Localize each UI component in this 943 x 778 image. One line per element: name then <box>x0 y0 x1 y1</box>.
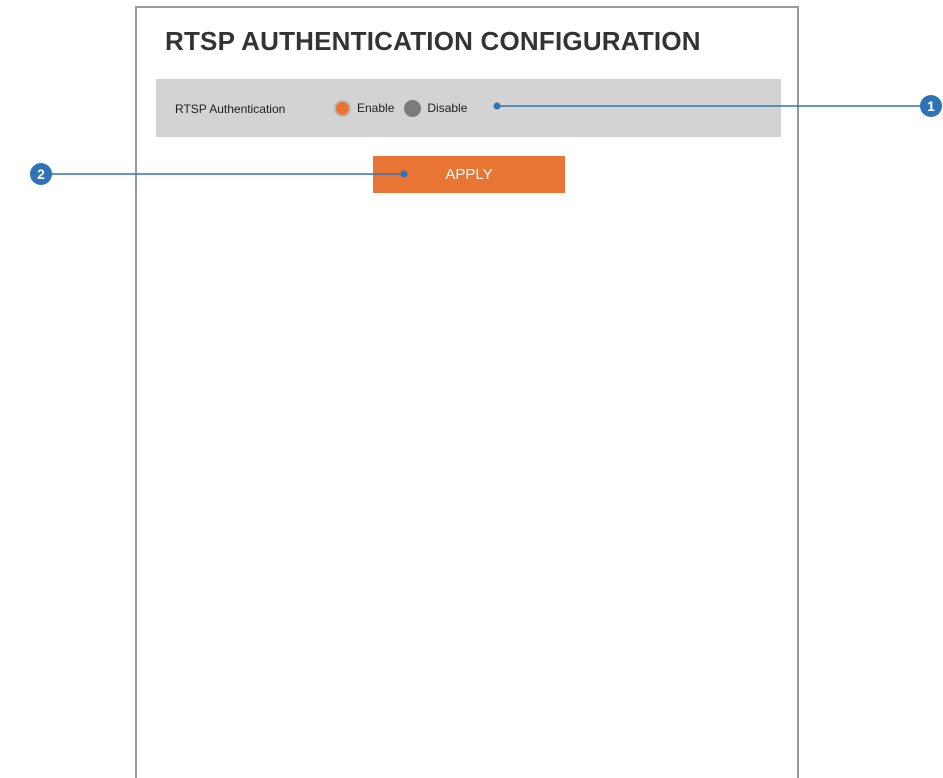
disable-label: Disable <box>427 101 468 115</box>
page-title: RTSP AUTHENTICATION CONFIGURATION <box>165 26 701 56</box>
disable-radio[interactable] <box>404 99 422 117</box>
rtsp-authentication-label: RTSP Authentication <box>175 102 286 116</box>
manual-figure: RTSP AUTHENTICATION CONFIGURATION RTSP A… <box>0 0 943 778</box>
enable-option[interactable]: Enable <box>334 99 395 117</box>
rtsp-config-panel: RTSP AUTHENTICATION CONFIGURATION RTSP A… <box>135 6 799 778</box>
rtsp-authentication-row: RTSP Authentication Enable Disable <box>156 79 781 137</box>
rtsp-authentication-radio-group: Enable Disable <box>334 98 477 118</box>
callout-2-badge: 2 <box>30 163 52 185</box>
disable-option[interactable]: Disable <box>404 99 468 117</box>
callout-1-badge: 1 <box>920 95 942 117</box>
enable-radio[interactable] <box>334 99 351 117</box>
apply-button[interactable]: APPLY <box>373 156 565 193</box>
enable-label: Enable <box>357 101 395 115</box>
